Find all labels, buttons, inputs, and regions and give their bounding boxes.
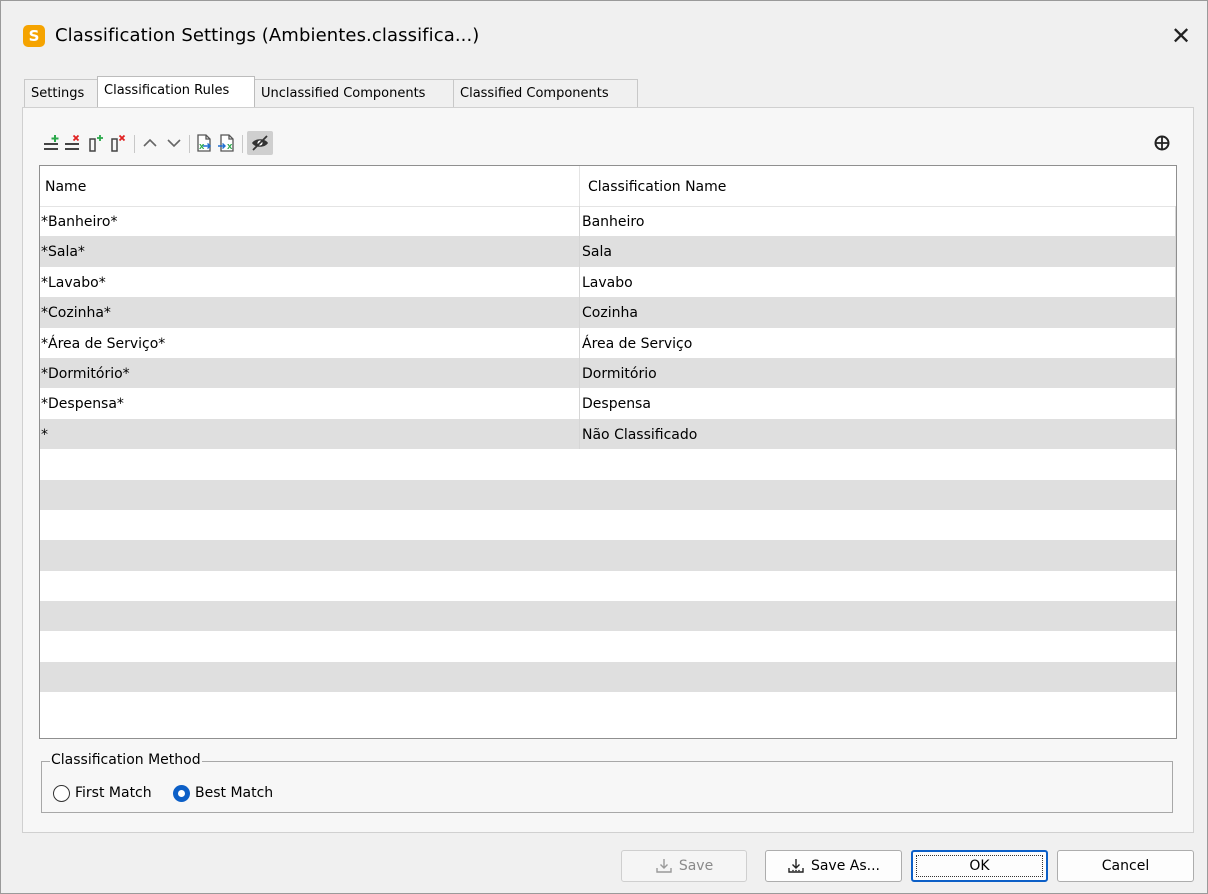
table-row[interactable]: *Despensa* Despensa — [40, 388, 1176, 419]
first-match-radio[interactable]: First Match — [53, 782, 152, 804]
ok-button[interactable]: OK — [911, 850, 1048, 882]
empty-row — [40, 661, 1176, 693]
delete-row-icon[interactable] — [63, 131, 83, 155]
name-cell[interactable]: *Sala* — [41, 236, 85, 266]
tab-classified-components[interactable]: Classified Components — [453, 79, 638, 107]
column-header-name[interactable]: Name — [40, 166, 579, 206]
save-as-icon — [787, 858, 805, 874]
classification-method-legend: Classification Method — [50, 752, 202, 768]
save-label: Save — [678, 858, 714, 874]
classification-name-cell[interactable]: Área de Serviço — [579, 327, 692, 358]
svg-text:X: X — [227, 143, 233, 151]
tab-classification-rules[interactable]: Classification Rules — [97, 76, 255, 107]
name-cell[interactable]: *Banheiro* — [41, 206, 117, 236]
classification-name-cell[interactable]: Banheiro — [579, 206, 644, 237]
name-cell[interactable]: *Área de Serviço* — [41, 328, 165, 358]
empty-row — [40, 571, 1176, 601]
rules-table: Name Classification Name *Banheiro* Banh… — [39, 165, 1177, 739]
empty-row — [40, 449, 1176, 479]
table-row[interactable]: *Sala* Sala — [40, 236, 1176, 267]
name-cell[interactable]: *Dormitório* — [41, 358, 130, 388]
focus-rectangle — [916, 855, 1043, 877]
table-row[interactable]: *Dormitório* Dormitório — [40, 357, 1176, 389]
move-down-icon[interactable] — [164, 131, 184, 155]
save-as-button[interactable]: Save As... — [765, 850, 902, 882]
toolbar-separator — [189, 135, 190, 153]
close-button[interactable]: ✕ — [1165, 20, 1197, 52]
classification-name-cell[interactable]: Sala — [579, 236, 612, 267]
window-title: Classification Settings (Ambientes.class… — [55, 25, 480, 46]
classification-name-cell[interactable]: Lavabo — [579, 266, 633, 298]
import-excel-icon[interactable]: X — [194, 131, 214, 155]
table-row[interactable]: *Lavabo* Lavabo — [40, 266, 1176, 298]
empty-row — [40, 601, 1176, 632]
save-as-label: Save As... — [810, 858, 881, 874]
empty-row — [40, 479, 1176, 510]
svg-text:X: X — [199, 143, 205, 151]
classification-name-cell[interactable]: Dormitório — [579, 357, 657, 389]
export-excel-icon[interactable]: X — [217, 131, 237, 155]
name-cell[interactable]: *Cozinha* — [41, 297, 111, 327]
save-icon — [655, 858, 673, 874]
table-header: Name Classification Name — [40, 166, 1176, 207]
best-match-label: Best Match — [195, 785, 274, 801]
dialog-window: S Classification Settings (Ambientes.cla… — [0, 0, 1208, 894]
table-row[interactable]: *Cozinha* Cozinha — [40, 297, 1176, 328]
title-bar: S Classification Settings (Ambientes.cla… — [1, 1, 1207, 69]
empty-row — [40, 631, 1176, 661]
delete-column-icon[interactable] — [109, 131, 129, 155]
table-row[interactable]: *Área de Serviço* Área de Serviço — [40, 327, 1176, 358]
cancel-label: Cancel — [1101, 858, 1150, 874]
radio-unselected-icon[interactable] — [53, 784, 70, 802]
hide-show-toggle-icon[interactable] — [247, 131, 273, 155]
name-cell[interactable]: *Despensa* — [41, 388, 124, 418]
classification-name-cell[interactable]: Cozinha — [579, 297, 638, 328]
classification-name-cell[interactable]: Não Classificado — [579, 418, 697, 450]
tab-unclassified-components[interactable]: Unclassified Components — [254, 79, 454, 107]
radio-selected-icon[interactable] — [173, 784, 190, 802]
add-column-icon[interactable] — [87, 131, 107, 155]
toolbar-separator — [134, 135, 135, 153]
column-header-classification-name[interactable]: Classification Name — [579, 166, 1175, 206]
classification-name-cell[interactable]: Despensa — [579, 388, 651, 419]
empty-row — [40, 510, 1176, 540]
name-cell[interactable]: * — [41, 419, 48, 449]
move-up-icon[interactable] — [140, 131, 160, 155]
app-logo-icon: S — [23, 25, 45, 47]
table-right-divider — [1175, 206, 1176, 450]
expand-icon[interactable] — [1152, 131, 1172, 155]
table-row[interactable]: * Não Classificado — [40, 418, 1176, 450]
empty-row — [40, 540, 1176, 571]
name-cell[interactable]: *Lavabo* — [41, 267, 106, 297]
add-row-icon[interactable] — [42, 131, 62, 155]
table-body: *Banheiro* Banheiro *Sala* Sala *Lavabo*… — [40, 206, 1176, 693]
table-row[interactable]: *Banheiro* Banheiro — [40, 206, 1176, 237]
save-button[interactable]: Save — [621, 850, 747, 882]
first-match-label: First Match — [75, 785, 152, 801]
toolbar: X X — [42, 131, 1178, 159]
best-match-radio[interactable]: Best Match — [173, 782, 273, 804]
toolbar-separator — [242, 135, 243, 153]
tab-settings[interactable]: Settings — [24, 79, 98, 107]
cancel-button[interactable]: Cancel — [1057, 850, 1194, 882]
